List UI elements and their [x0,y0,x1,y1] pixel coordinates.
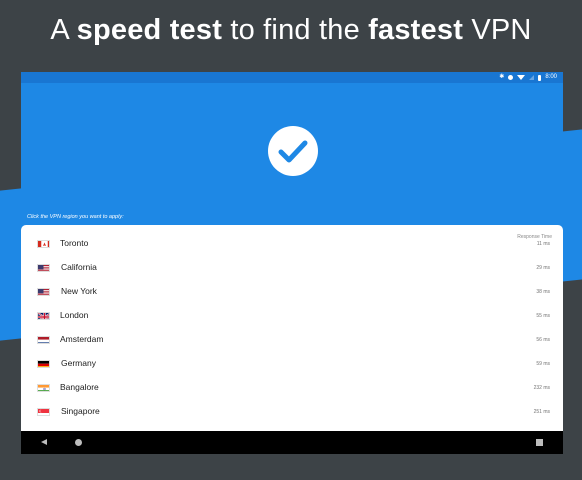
region-name: Singapore [61,406,100,416]
region-response-time: 11 ms [536,241,550,247]
bluetooth-icon: ✱ [499,74,505,80]
usa-flag-icon [37,288,50,296]
wifi-icon [517,75,526,80]
promo-headline: A speed test to find the fastest VPN [50,14,532,46]
region-response-time: 251 ms [533,409,550,415]
back-icon[interactable] [41,439,47,445]
signal-icon [529,75,535,80]
battery-icon [538,74,542,81]
do-not-disturb-icon [508,75,514,80]
region-row-toronto[interactable]: Toronto 11 ms [21,232,563,256]
region-name: London [60,310,89,320]
region-name: Bangalore [60,382,99,392]
uk-flag-icon [37,312,50,320]
recents-icon[interactable] [536,439,543,446]
usa-flag-icon [37,264,50,272]
region-row-germany[interactable]: Germany 59 ms [21,352,563,376]
home-icon[interactable] [75,439,82,446]
region-response-time: 232 ms [533,385,550,391]
instruction-text: Click the VPN region you want to apply: [27,214,124,220]
navigation-bar [21,431,563,454]
region-row-new-york[interactable]: New York 38 ms [21,280,563,304]
region-row-london[interactable]: London 55 ms [21,304,563,328]
region-response-time: 55 ms [536,313,550,319]
success-check-icon [268,126,318,176]
region-name: Toronto [60,238,89,248]
device-screen: ✱ 8:00 Click the VPN region you want to … [21,72,563,454]
singapore-flag-icon [37,408,50,416]
status-bar: ✱ 8:00 [21,72,563,83]
region-row-amsterdam[interactable]: Amsterdam 56 ms [21,328,563,352]
region-response-time: 59 ms [536,361,550,367]
region-row-singapore[interactable]: Singapore 251 ms [21,400,563,424]
region-response-time: 29 ms [536,265,550,271]
region-list: Response Time Toronto 11 ms California 2… [21,225,563,431]
region-name: Germany [61,358,96,368]
india-flag-icon [37,384,50,392]
status-time: 8:00 [545,74,557,80]
region-name: Amsterdam [60,334,104,344]
region-name: New York [61,286,97,296]
region-response-time: 38 ms [536,289,550,295]
region-row-bangalore[interactable]: Bangalore 232 ms [21,376,563,400]
canada-flag-icon [37,240,50,248]
region-response-time: 56 ms [536,337,550,343]
region-name: California [61,262,97,272]
region-row-california[interactable]: California 29 ms [21,256,563,280]
germany-flag-icon [37,360,50,368]
netherlands-flag-icon [37,336,50,344]
